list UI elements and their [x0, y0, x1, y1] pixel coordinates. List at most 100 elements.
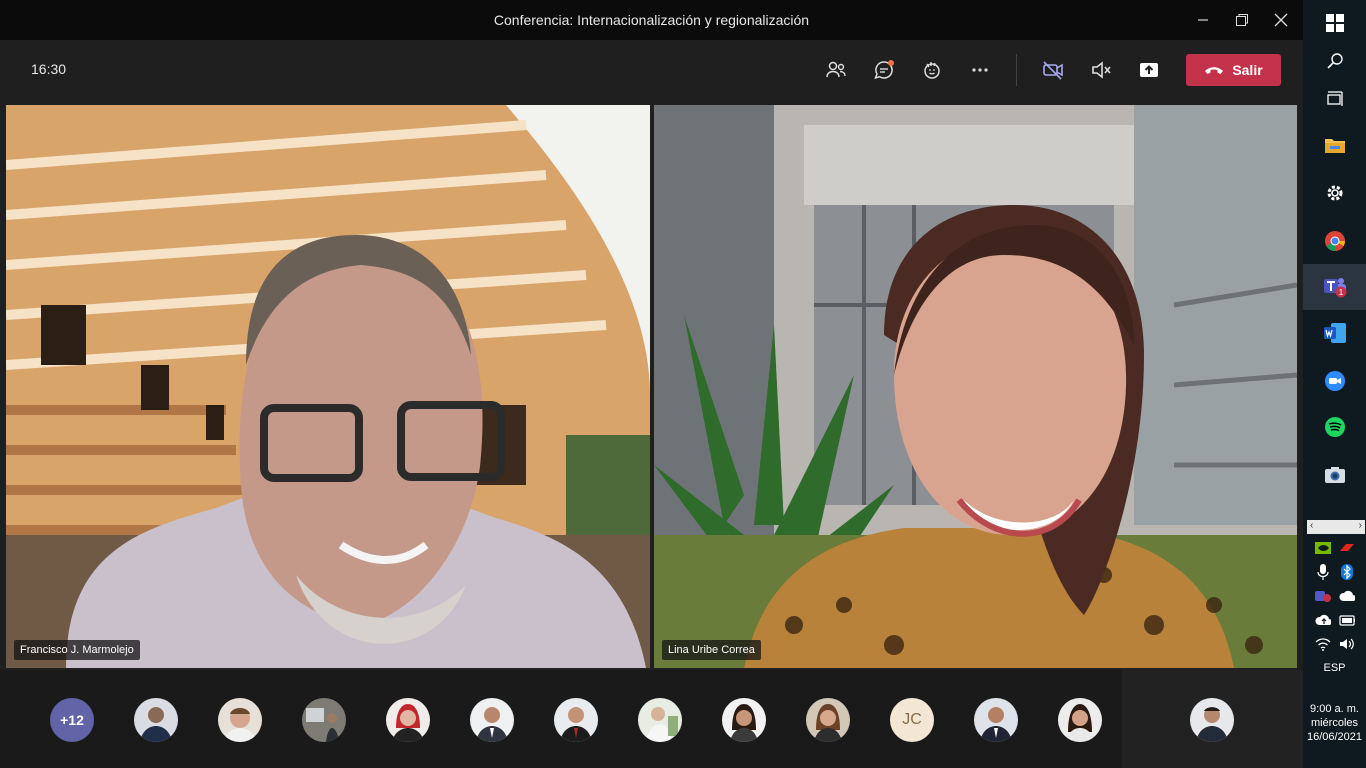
wifi-icon[interactable]	[1315, 636, 1331, 652]
more-participants-button[interactable]: +12	[50, 698, 94, 742]
self-view-area	[1122, 670, 1303, 768]
camera-toggle-button[interactable]	[1037, 54, 1069, 86]
minimize-icon	[1198, 19, 1208, 21]
settings-button[interactable]	[1303, 170, 1366, 216]
reactions-button[interactable]	[916, 54, 948, 86]
participant-avatar[interactable]	[302, 698, 346, 742]
participant-initials-avatar[interactable]: JC	[890, 698, 934, 742]
mic-muted-icon	[1092, 61, 1111, 79]
folder-icon	[1324, 139, 1345, 153]
person-photo-icon	[560, 707, 592, 742]
meeting-duration: 16:30	[31, 61, 67, 77]
window-title: Conferencia: Internacionalización y regi…	[493, 12, 810, 28]
zoom-button[interactable]	[1303, 358, 1366, 404]
participant-avatar[interactable]	[638, 698, 682, 742]
clock-time: 9:00 a. m.	[1310, 703, 1359, 715]
spotify-button[interactable]	[1303, 404, 1366, 450]
chevron-left-icon[interactable]: ‹	[1310, 520, 1313, 534]
toolbar-divider	[1016, 54, 1017, 86]
microphone-icon[interactable]	[1315, 564, 1331, 580]
chrome-icon	[1324, 231, 1345, 252]
cloud-upload-icon[interactable]	[1315, 612, 1331, 628]
close-button[interactable]	[1258, 0, 1304, 40]
chat-icon	[874, 60, 894, 80]
zoom-icon	[1324, 371, 1345, 391]
share-screen-icon	[1140, 63, 1158, 77]
person-photo-icon	[730, 704, 758, 742]
gear-icon	[1327, 185, 1342, 201]
windows-taskbar: 1 ‹ › ESP 9:00 a. m. miércoles 16/06/2021	[1303, 0, 1366, 768]
taskbar-clock[interactable]: 9:00 a. m. miércoles 16/06/2021	[1303, 702, 1366, 744]
participants-strip: +12 JC	[0, 670, 1303, 768]
input-language[interactable]: ESP	[1303, 662, 1366, 674]
tray-scroll[interactable]: ‹ ›	[1307, 520, 1365, 534]
chat-button[interactable]	[868, 54, 900, 86]
participant-avatar[interactable]	[134, 698, 178, 742]
person-photo-icon	[980, 707, 1012, 742]
person-photo-icon	[814, 704, 842, 742]
person-photo-icon	[224, 708, 256, 742]
camera-icon	[1324, 467, 1345, 483]
title-bar: Conferencia: Internacionalización y regi…	[0, 0, 1303, 40]
participant-avatar[interactable]	[554, 698, 598, 742]
person-photo-icon	[306, 708, 339, 742]
clock-day: miércoles	[1310, 717, 1359, 729]
spotify-icon	[1324, 417, 1345, 437]
clock-date: 16/06/2021	[1306, 731, 1363, 743]
person-photo-icon	[1196, 707, 1228, 742]
restore-icon	[1236, 14, 1248, 26]
task-view-icon	[1326, 91, 1343, 106]
bluetooth-icon[interactable]	[1339, 564, 1355, 580]
share-screen-button[interactable]	[1133, 54, 1165, 86]
participants-button[interactable]	[820, 54, 852, 86]
teams-button[interactable]: 1	[1303, 264, 1366, 310]
mic-toggle-button[interactable]	[1085, 54, 1117, 86]
onedrive-icon[interactable]	[1339, 588, 1355, 604]
teams-tray-icon[interactable]	[1315, 588, 1331, 604]
participant-avatar[interactable]	[218, 698, 262, 742]
person-photo-icon	[1066, 704, 1094, 742]
windows-logo-icon	[1325, 14, 1344, 32]
leave-button[interactable]: Salir	[1186, 54, 1281, 86]
volume-icon[interactable]	[1339, 636, 1355, 652]
chrome-button[interactable]	[1303, 218, 1366, 264]
leave-label: Salir	[1232, 62, 1263, 78]
meeting-toolbar: 16:30 Salir	[0, 40, 1303, 100]
self-avatar[interactable]	[1190, 698, 1234, 742]
person-photo-icon	[392, 704, 424, 742]
participant-avatar[interactable]	[1058, 698, 1102, 742]
camera-app-button[interactable]	[1303, 452, 1366, 498]
teams-meeting-window: Conferencia: Internacionalización y regi…	[0, 0, 1303, 768]
video-tile-lina[interactable]: Lina Uribe Correa	[654, 105, 1297, 668]
more-options-button[interactable]	[964, 54, 996, 86]
participant-name-tag: Lina Uribe Correa	[662, 640, 761, 660]
amd-icon[interactable]	[1339, 540, 1355, 556]
participant-name-tag: Francisco J. Marmolejo	[14, 640, 140, 660]
video-tile-francisco[interactable]: Francisco J. Marmolejo	[6, 105, 650, 668]
chevron-right-icon[interactable]: ›	[1359, 520, 1362, 534]
participant-avatar[interactable]	[806, 698, 850, 742]
file-explorer-button[interactable]	[1303, 122, 1366, 168]
people-icon	[826, 61, 846, 78]
word-icon	[1323, 323, 1346, 343]
camera-off-icon	[1043, 61, 1063, 80]
video-feed-lina	[654, 105, 1297, 668]
person-photo-icon	[140, 707, 172, 742]
person-photo-icon	[646, 707, 678, 742]
word-button[interactable]	[1303, 310, 1366, 356]
more-options-icon	[972, 68, 988, 72]
system-tray: ‹ › ESP 9:00 a. m. miércoles 16/06/2021	[1303, 516, 1366, 768]
teams-notification-badge: 1	[1338, 288, 1343, 297]
participant-avatar[interactable]	[974, 698, 1018, 742]
battery-icon[interactable]	[1339, 612, 1355, 628]
participant-avatar[interactable]	[470, 698, 514, 742]
participant-avatar[interactable]	[722, 698, 766, 742]
nvidia-icon[interactable]	[1315, 540, 1331, 556]
close-icon	[1274, 13, 1288, 27]
task-view-button[interactable]	[1303, 76, 1366, 122]
hang-up-icon	[1205, 67, 1224, 74]
search-icon	[1326, 53, 1343, 69]
teams-icon: 1	[1323, 278, 1346, 298]
raise-hand-icon	[924, 62, 940, 79]
participant-avatar[interactable]	[386, 698, 430, 742]
